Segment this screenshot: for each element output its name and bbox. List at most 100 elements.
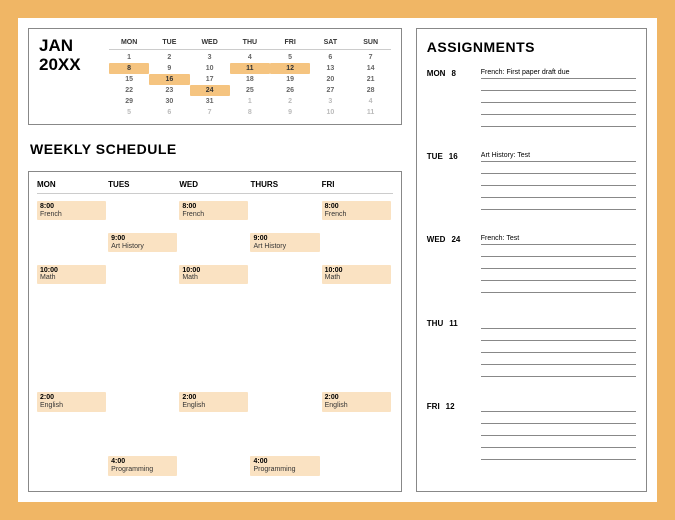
schedule-cell [37, 328, 108, 360]
schedule-cell [250, 423, 321, 455]
assignment-day: THU11 [427, 317, 636, 396]
class-time: 10:00 [40, 267, 103, 275]
schedule-day-header: TUES [108, 180, 179, 189]
class-time: 9:00 [253, 235, 316, 243]
calendar-dow-cell: SUN [351, 37, 391, 50]
assignment-line [481, 353, 636, 365]
schedule-cell [250, 328, 321, 360]
assignment-line [481, 174, 636, 186]
assignment-day: FRI 12 [427, 400, 636, 479]
schedule-cell: 2:00English [179, 391, 250, 423]
calendar-day-cell: 31 [190, 96, 230, 107]
schedule-cell: 10:00Math [37, 264, 108, 296]
class-time: 10:00 [325, 267, 388, 275]
class-name: Math [40, 274, 103, 282]
schedule-row: 2:00English2:00English2:00English [37, 391, 393, 423]
calendar-day-cell: 14 [351, 63, 391, 74]
assignment-lines: French: Test [481, 233, 636, 312]
class-slot: 4:00Programming [108, 456, 177, 475]
schedule-cell: 9:00Art History [108, 232, 179, 264]
class-slot: 10:00Math [179, 265, 248, 284]
assignment-line [481, 281, 636, 293]
schedule-cell: 4:00Programming [108, 455, 179, 487]
calendar-day-cell: 9 [149, 63, 189, 74]
calendar-dow-cell: TUE [149, 37, 189, 50]
schedule-cell [108, 359, 179, 391]
calendar-day-cell: 5 [109, 107, 149, 118]
schedule-cell [179, 296, 250, 328]
calendar-day-cell: 3 [310, 96, 350, 107]
assignment-dow: WED [427, 235, 446, 312]
calendar-day-cell: 6 [310, 52, 350, 63]
schedule-day-header: THURS [250, 180, 321, 189]
calendar-day-cell: 28 [351, 85, 391, 96]
schedule-cell [37, 296, 108, 328]
class-slot: 9:00Art History [108, 233, 177, 252]
calendar-day-cell: 11 [230, 63, 270, 74]
calendar-day-cell: 4 [351, 96, 391, 107]
schedule-cell [322, 423, 393, 455]
schedule-cell [179, 423, 250, 455]
assignment-line [481, 448, 636, 460]
right-column: ASSIGNMENTS MON8French: First paper draf… [416, 18, 657, 502]
calendar-day-cell: 24 [190, 85, 230, 96]
assignment-day-label: WED24 [427, 233, 473, 312]
left-column: JAN 20XX MONTUEWEDTHUFRISATSUN 123456789… [18, 18, 408, 502]
calendar-week-row: 1234567 [109, 52, 391, 63]
class-slot: 4:00Programming [250, 456, 319, 475]
calendar-day-cell: 7 [190, 107, 230, 118]
assignment-line [481, 329, 636, 341]
assignment-line: Art History: Test [481, 150, 636, 162]
schedule-row: 8:00French8:00French8:00French [37, 200, 393, 232]
class-slot: 9:00Art History [250, 233, 319, 252]
schedule-body: 8:00French8:00French8:00French9:00Art Hi… [37, 200, 393, 487]
calendar-day-cell: 23 [149, 85, 189, 96]
planner-page: JAN 20XX MONTUEWEDTHUFRISATSUN 123456789… [18, 18, 657, 502]
assignment-line [481, 103, 636, 115]
assignment-line [481, 412, 636, 424]
class-time: 8:00 [40, 203, 103, 211]
schedule-row [37, 359, 393, 391]
assignment-day: WED24French: Test [427, 233, 636, 312]
schedule-cell [250, 200, 321, 232]
assignment-day-label: MON8 [427, 67, 473, 146]
assignment-line [481, 186, 636, 198]
calendar-day-cell: 1 [109, 52, 149, 63]
schedule-row: 10:00Math10:00Math10:00Math [37, 264, 393, 296]
calendar-year: 20XX [39, 55, 81, 74]
class-slot: 8:00French [179, 201, 248, 220]
class-name: French [40, 211, 103, 219]
assignment-line [481, 245, 636, 257]
schedule-cell: 10:00Math [179, 264, 250, 296]
weekly-schedule-title: WEEKLY SCHEDULE [30, 141, 402, 157]
class-time: 10:00 [182, 267, 245, 275]
assignments-title: ASSIGNMENTS [427, 39, 636, 55]
calendar-dow-cell: SAT [310, 37, 350, 50]
calendar-day-cell: 5 [270, 52, 310, 63]
schedule-cell: 9:00Art History [250, 232, 321, 264]
schedule-cell [108, 328, 179, 360]
calendar-day-cell: 21 [351, 74, 391, 85]
schedule-row [37, 423, 393, 455]
calendar-day-cell: 8 [230, 107, 270, 118]
assignment-dow: FRI [427, 402, 440, 479]
class-name: English [325, 402, 388, 410]
schedule-cell [179, 232, 250, 264]
calendar-week-row: 15161718192021 [109, 74, 391, 85]
class-name: French [182, 211, 245, 219]
calendar-day-cell: 10 [310, 107, 350, 118]
schedule-row: 4:00Programming 4:00Programming [37, 455, 393, 487]
schedule-cell: 2:00English [37, 391, 108, 423]
class-name: English [40, 402, 103, 410]
schedule-cell [108, 391, 179, 423]
calendar-day-cell: 18 [230, 74, 270, 85]
calendar-day-cell: 2 [149, 52, 189, 63]
class-name: Math [182, 274, 245, 282]
assignment-daynum: 12 [446, 402, 455, 479]
schedule-cell [322, 455, 393, 487]
calendar-day-cell: 15 [109, 74, 149, 85]
schedule-day-header: WED [179, 180, 250, 189]
schedule-row [37, 296, 393, 328]
schedule-cell: 4:00Programming [250, 455, 321, 487]
assignment-line [481, 400, 636, 412]
